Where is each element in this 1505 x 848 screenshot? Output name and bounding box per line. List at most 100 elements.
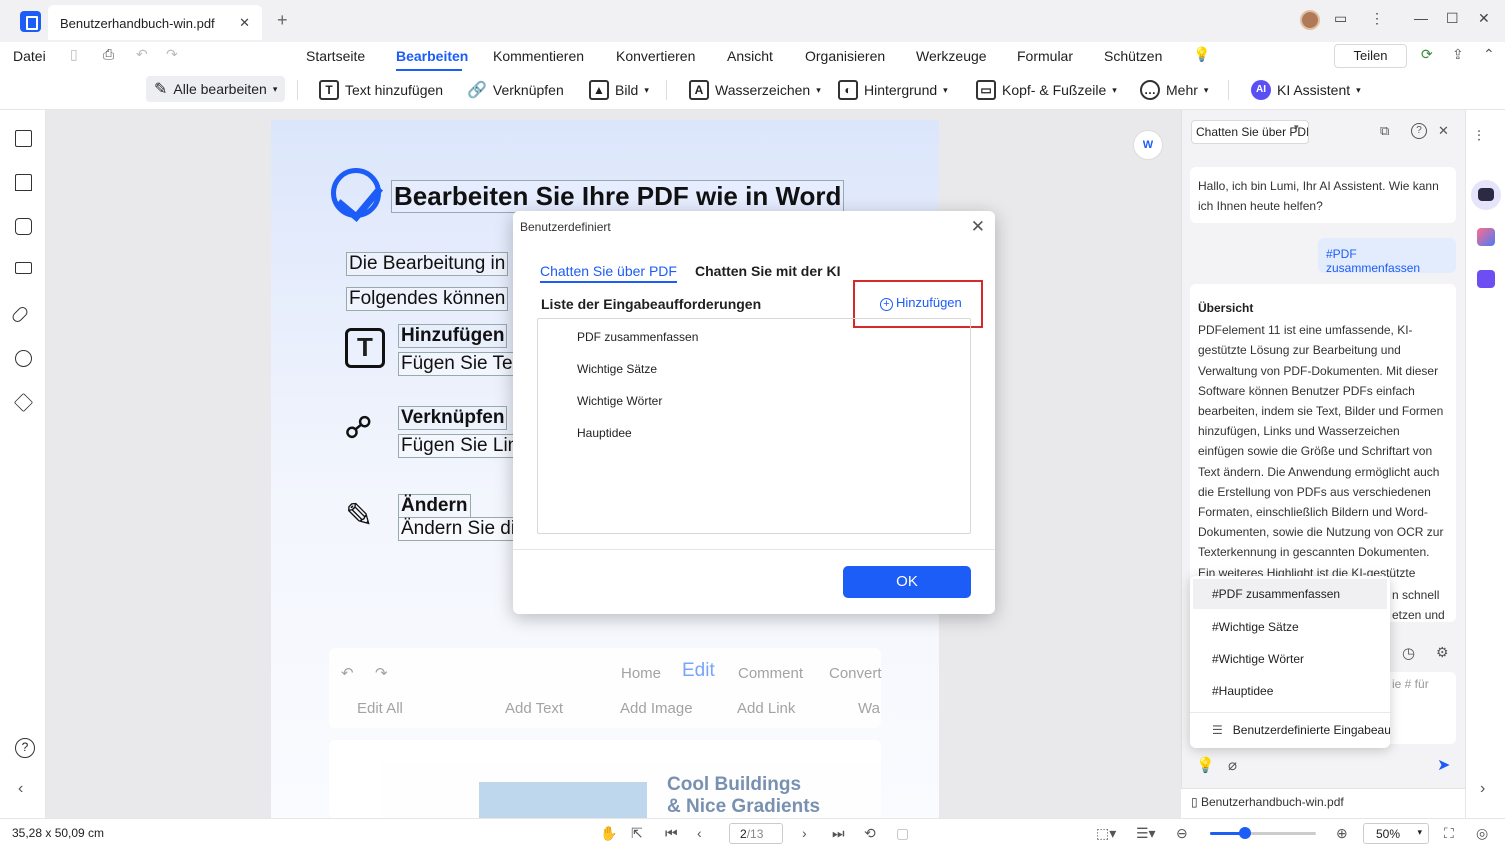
tab-chat-ai[interactable]: Chatten Sie mit der KI	[695, 263, 840, 279]
page-layout-icon[interactable]: ☰▾	[1136, 825, 1156, 842]
popup-item[interactable]: #Wichtige Wörter	[1212, 652, 1304, 666]
document-tab[interactable]: Benutzerhandbuch-win.pdf ✕	[48, 5, 262, 40]
collapse-left-icon[interactable]: ‹	[18, 780, 23, 798]
minimize-icon[interactable]: —	[1414, 10, 1428, 26]
zoom-select[interactable]: 50% ▾	[1363, 823, 1429, 844]
undo-icon[interactable]: ↶	[136, 46, 148, 63]
close-window-icon[interactable]: ✕	[1478, 10, 1490, 27]
close-icon[interactable]: ✕	[971, 217, 985, 237]
last-page-icon[interactable]: ⏭	[832, 825, 845, 842]
list-item[interactable]: Wichtige Sätze	[577, 362, 657, 376]
save-icon[interactable]: ▯	[70, 46, 78, 63]
expand-icon[interactable]: ⌃	[1483, 46, 1495, 63]
section-heading[interactable]: Verknüpfen	[398, 406, 508, 430]
background-button[interactable]: ◐ Hintergrund ▾	[838, 80, 948, 100]
menu-datei[interactable]: Datei	[13, 48, 46, 64]
cloud-sync-icon[interactable]: ⟳	[1421, 46, 1433, 63]
print-icon[interactable]: ⎙	[103, 46, 114, 63]
feedback-icon[interactable]: ▭	[1334, 10, 1347, 27]
more-button[interactable]: … Mehr ▾	[1140, 80, 1208, 100]
attach-icon[interactable]: ⌀	[1228, 756, 1237, 774]
lightbulb-icon[interactable]: 💡	[1193, 46, 1210, 63]
zoom-out-icon[interactable]: ⊖	[1176, 825, 1188, 842]
clock-icon[interactable]: ◷	[1402, 644, 1415, 662]
popup-item[interactable]: #Hauptidee	[1212, 684, 1273, 698]
close-icon[interactable]: ✕	[1438, 123, 1449, 139]
list-item[interactable]: Wichtige Wörter	[577, 394, 662, 408]
page-text-line[interactable]: Fügen Sie Link	[398, 434, 531, 458]
menu-ansicht[interactable]: Ansicht	[727, 48, 773, 64]
image-button[interactable]: ▲ Bild ▾	[589, 80, 649, 100]
ai-robot-button[interactable]	[1471, 180, 1501, 210]
ai-assistant-button[interactable]: AI KI Assistent ▾	[1251, 80, 1361, 100]
section-heading[interactable]: Ändern	[398, 494, 471, 518]
menu-organisieren[interactable]: Organisieren	[805, 48, 885, 64]
translate-icon[interactable]: W	[1133, 130, 1163, 160]
menu-startseite[interactable]: Startseite	[306, 48, 365, 64]
attached-file[interactable]: ▯ Benutzerhandbuch-win.pdf	[1181, 788, 1465, 818]
help-icon[interactable]: ?	[1411, 123, 1427, 139]
page-text-line[interactable]: Folgendes können	[346, 287, 509, 311]
comment-icon[interactable]	[15, 218, 32, 235]
more-vertical-icon[interactable]: ⋮	[1370, 10, 1384, 27]
list-item[interactable]: Hauptidee	[577, 426, 632, 440]
search-icon[interactable]	[15, 350, 32, 367]
popup-item[interactable]: #Wichtige Sätze	[1212, 620, 1299, 634]
prompt-bulb-icon[interactable]: 💡	[1196, 756, 1215, 774]
page-text-line[interactable]: Fügen Sie Text	[398, 352, 531, 376]
link-button[interactable]: 🔗 Verknüpfen	[467, 80, 564, 100]
properties-icon[interactable]: ⫶	[1477, 128, 1495, 146]
edit-all-button[interactable]: ✎ Alle bearbeiten ▾	[146, 76, 286, 102]
collapse-right-icon[interactable]: ›	[1480, 780, 1485, 798]
ok-button[interactable]: OK	[843, 566, 971, 598]
page-text-line[interactable]: Die Bearbeitung in	[346, 252, 509, 276]
new-tab-icon[interactable]: +	[277, 10, 288, 31]
zoom-slider[interactable]	[1210, 827, 1316, 839]
menu-kommentieren[interactable]: Kommentieren	[493, 48, 584, 64]
rotate-icon[interactable]: ⟲	[864, 825, 876, 842]
close-tab-icon[interactable]: ✕	[239, 15, 250, 31]
view-mode-icon[interactable]: ⬚▾	[1096, 825, 1116, 842]
page-icon[interactable]	[15, 130, 32, 147]
attachment-icon[interactable]	[10, 304, 30, 325]
maximize-icon[interactable]: ☐	[1446, 10, 1459, 27]
popup-custom-prompts[interactable]: ☰ Benutzerdefinierte Eingabeau	[1212, 723, 1390, 737]
hand-tool-icon[interactable]: ✋	[600, 825, 617, 842]
page-number-input[interactable]: 2/13	[729, 823, 783, 844]
chat-mode-select[interactable]: Chatten Sie über PDF	[1191, 120, 1309, 144]
send-icon[interactable]: ➤	[1437, 755, 1450, 775]
next-page-icon[interactable]: ›	[802, 825, 807, 841]
thumbnails-icon[interactable]	[15, 262, 32, 274]
layers-icon[interactable]	[13, 392, 34, 413]
fit-icon[interactable]: ▢	[896, 825, 909, 842]
settings-icon[interactable]: ⚙	[1436, 644, 1449, 661]
fullscreen-icon[interactable]: ⛶	[1444, 825, 1454, 842]
header-footer-button[interactable]: ▭ Kopf- & Fußzeile ▾	[976, 80, 1117, 100]
menu-werkzeuge[interactable]: Werkzeuge	[916, 48, 987, 64]
zoom-in-icon[interactable]: ⊕	[1336, 825, 1348, 842]
check-task-icon[interactable]	[1477, 270, 1495, 288]
history-icon[interactable]: ⧉	[1380, 123, 1389, 139]
menu-konvertieren[interactable]: Konvertieren	[616, 48, 695, 64]
zoom-slider-knob[interactable]	[1238, 827, 1251, 839]
share-button[interactable]: Teilen	[1334, 44, 1407, 68]
page-heading[interactable]: Bearbeiten Sie Ihre PDF wie in Word	[391, 180, 845, 213]
tab-chat-pdf[interactable]: Chatten Sie über PDF	[540, 263, 677, 283]
translate-ai-icon[interactable]	[1477, 228, 1495, 246]
first-page-icon[interactable]: ⏮	[665, 825, 678, 842]
reading-mode-icon[interactable]: ◎	[1476, 825, 1488, 842]
list-item[interactable]: PDF zusammenfassen	[577, 330, 698, 344]
menu-schuetzen[interactable]: Schützen	[1104, 48, 1162, 64]
menu-bearbeiten[interactable]: Bearbeiten	[396, 48, 468, 64]
watermark-button[interactable]: A Wasserzeichen ▾	[689, 80, 821, 100]
popup-item[interactable]: #PDF zusammenfassen	[1193, 579, 1387, 609]
redo-icon[interactable]: ↷	[166, 46, 178, 63]
bookmark-icon[interactable]	[15, 174, 32, 191]
menu-formular[interactable]: Formular	[1017, 48, 1073, 64]
add-text-button[interactable]: T Text hinzufügen	[319, 80, 443, 100]
help-icon[interactable]: ?	[15, 738, 35, 758]
upload-icon[interactable]: ⇪	[1452, 46, 1464, 63]
section-heading[interactable]: Hinzufügen	[398, 324, 508, 348]
page-text-line[interactable]: Ändern Sie die	[398, 517, 529, 541]
prev-page-icon[interactable]: ‹	[697, 825, 702, 841]
